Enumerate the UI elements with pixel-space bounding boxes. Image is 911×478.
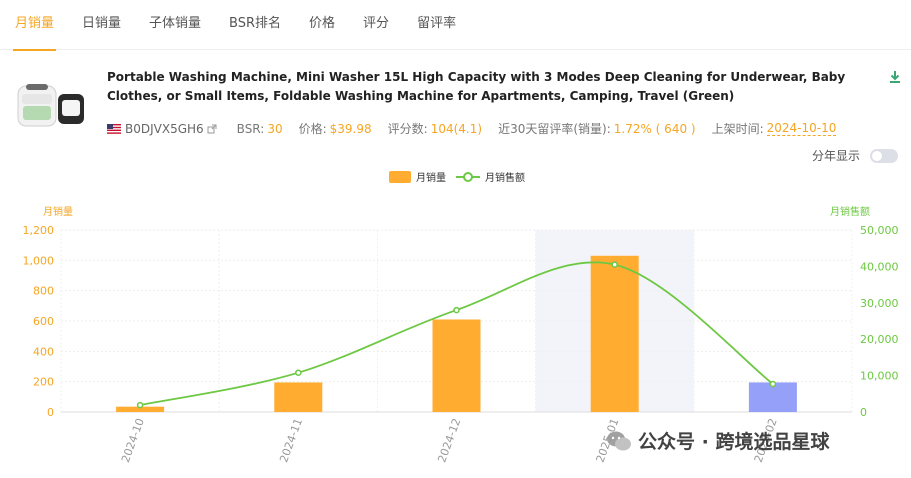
tab-rating[interactable]: 评分 — [363, 0, 389, 50]
year-split-toggle[interactable]: 分年显示 — [812, 147, 899, 164]
chart-legend: 月销量 月销售额 — [389, 169, 525, 184]
watermark: 公众号 · 跨境选品星球 — [606, 427, 829, 454]
y-right-tick-label: 10,000 — [860, 370, 899, 383]
tab-bsr-rank[interactable]: BSR排名 — [229, 0, 281, 50]
tab-daily-sales[interactable]: 日销量 — [82, 0, 121, 50]
wechat-icon — [607, 431, 631, 450]
y-left-tick-label: 1,000 — [23, 254, 55, 267]
legend-line-icon[interactable] — [456, 171, 480, 183]
tab-price[interactable]: 价格 — [309, 0, 335, 50]
download-icon[interactable] — [888, 70, 902, 84]
bsr-value: 30 — [267, 121, 283, 136]
y-left-tick-label: 800 — [33, 285, 54, 298]
review-rate-label: 近30天留评率(销量): — [498, 122, 611, 136]
y-left-tick-label: 1,200 — [23, 224, 55, 237]
switch-knob — [872, 150, 883, 161]
legend-bar-swatch[interactable] — [389, 170, 411, 183]
tab-variant-sales[interactable]: 子体销量 — [149, 0, 201, 50]
reviews-value: 104(4.1) — [430, 121, 483, 136]
launch-date-value[interactable]: 2024-10-10 — [766, 121, 837, 136]
y-left-tick-label: 600 — [33, 315, 54, 328]
tab-monthly-sales[interactable]: 月销量 — [12, 0, 57, 51]
asin[interactable]: B0DJVX5GH6 — [125, 122, 204, 136]
product-title[interactable]: Portable Washing Machine, Mini Washer 15… — [107, 68, 877, 106]
revenue-point-2025-02 — [769, 380, 777, 388]
us-flag-icon — [107, 123, 121, 134]
y-right-tick-label: 30,000 — [860, 297, 899, 310]
y-right-tick-label: 20,000 — [860, 333, 899, 346]
product-meta: B0DJVX5GH6 BSR: 30 价格: $39.98 评分数: 104(4… — [107, 120, 837, 137]
launch-date-label: 上架时间: — [711, 122, 764, 136]
revenue-point-2024-12 — [453, 306, 460, 314]
bar-2025-01 — [590, 255, 639, 412]
revenue-point-2024-10 — [136, 401, 144, 409]
product-image[interactable] — [14, 80, 88, 134]
y-left-tick-label: 200 — [33, 376, 54, 389]
year-split-label: 分年显示 — [812, 149, 861, 163]
x-tick-label: 2024-11 — [277, 417, 305, 465]
x-tick-label: 2024-10 — [119, 417, 147, 465]
legend-series-0[interactable]: 月销量 — [416, 169, 446, 184]
legend-series-1[interactable]: 月销售额 — [485, 169, 525, 184]
y-left-tick-label: 0 — [47, 406, 54, 419]
x-tick-label: 2024-12 — [435, 417, 463, 465]
y-right-tick-label: 0 — [860, 406, 867, 419]
reviews-label: 评分数: — [387, 122, 428, 136]
bsr-label: BSR: — [236, 121, 265, 136]
price-value: $39.98 — [329, 121, 372, 136]
tab-bar: 月销量 日销量 子体销量 BSR排名 价格 评分 留评率 — [0, 0, 911, 51]
year-split-switch[interactable] — [870, 148, 899, 163]
revenue-point-2025-01 — [611, 261, 618, 268]
external-link-icon[interactable] — [207, 124, 217, 134]
revenue-point-2024-11 — [295, 369, 302, 376]
y-left-tick-label: 400 — [33, 345, 54, 358]
y-right-tick-label: 50,000 — [860, 224, 899, 237]
watermark-text: 公众号 · 跨境选品星球 — [638, 431, 830, 453]
tab-review-rate[interactable]: 留评率 — [417, 0, 456, 50]
price-label: 价格: — [298, 122, 327, 136]
review-rate-value: 1.72% ( 640 ) — [613, 121, 696, 136]
bar-2024-11 — [274, 382, 323, 412]
y-right-tick-label: 40,000 — [860, 260, 899, 273]
bar-2024-12 — [432, 319, 481, 412]
